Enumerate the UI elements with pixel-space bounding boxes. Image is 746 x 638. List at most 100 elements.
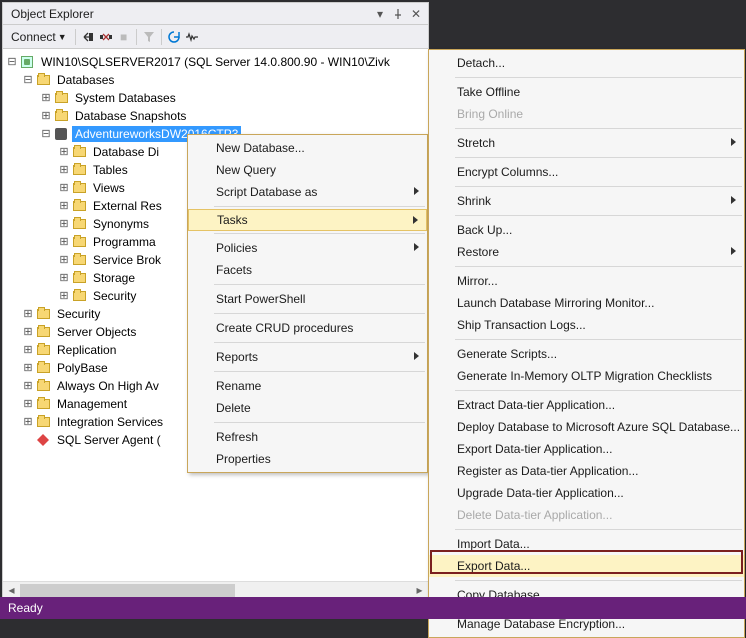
menu-separator xyxy=(214,422,425,423)
dropdown-icon[interactable]: ▾ xyxy=(372,6,388,22)
expander-icon[interactable]: ⊞ xyxy=(57,253,71,267)
expander-icon[interactable]: ⊞ xyxy=(21,379,35,393)
expander-icon[interactable]: ⊞ xyxy=(21,415,35,429)
menu-item[interactable]: New Database... xyxy=(188,137,427,159)
expander-icon[interactable]: ⊞ xyxy=(57,145,71,159)
tree-node-databases[interactable]: Databases xyxy=(54,72,117,88)
disconnect-icon[interactable] xyxy=(98,29,114,45)
tree-node[interactable]: Security xyxy=(90,288,139,304)
menu-item[interactable]: Restore xyxy=(429,241,744,263)
menu-item[interactable]: Register as Data-tier Application... xyxy=(429,460,744,482)
expander-icon[interactable]: ⊞ xyxy=(21,307,35,321)
menu-item[interactable]: Export Data... xyxy=(429,555,744,577)
close-icon[interactable]: ✕ xyxy=(408,6,424,22)
menu-item[interactable]: Refresh xyxy=(188,426,427,448)
menu-item[interactable]: Detach... xyxy=(429,52,744,74)
expander-icon[interactable]: ⊞ xyxy=(57,217,71,231)
folder-icon xyxy=(35,397,51,411)
tree-node[interactable]: Programma xyxy=(90,234,159,250)
expander-icon[interactable]: ⊟ xyxy=(5,55,19,69)
menu-item[interactable]: Delete xyxy=(188,397,427,419)
menu-separator xyxy=(214,371,425,372)
expander-icon[interactable]: ⊞ xyxy=(57,289,71,303)
refresh-icon[interactable] xyxy=(166,29,182,45)
expander-icon[interactable]: ⊞ xyxy=(57,163,71,177)
scroll-left-icon[interactable]: ◂ xyxy=(3,582,20,599)
connect-button[interactable]: Connect ▼ xyxy=(7,28,71,46)
tree-node[interactable]: Security xyxy=(54,306,103,322)
tree-node[interactable]: Tables xyxy=(90,162,131,178)
menu-item[interactable]: Properties xyxy=(188,448,427,470)
tree-node[interactable]: Database Snapshots xyxy=(72,108,189,124)
menu-item[interactable]: Upgrade Data-tier Application... xyxy=(429,482,744,504)
tree-node[interactable]: External Res xyxy=(90,198,165,214)
menu-item[interactable]: Stretch xyxy=(429,132,744,154)
tree-node[interactable]: System Databases xyxy=(72,90,179,106)
tree-node[interactable]: Server Objects xyxy=(54,324,139,340)
menu-item[interactable]: Ship Transaction Logs... xyxy=(429,314,744,336)
menu-item[interactable]: Tasks xyxy=(188,209,427,231)
expander-icon[interactable]: ⊞ xyxy=(57,181,71,195)
tree-node[interactable]: Synonyms xyxy=(90,216,152,232)
menu-item: Bring Online xyxy=(429,103,744,125)
menu-separator xyxy=(455,529,742,530)
menu-item[interactable]: Shrink xyxy=(429,190,744,212)
menu-item[interactable]: Script Database as xyxy=(188,181,427,203)
menu-separator xyxy=(455,215,742,216)
folder-icon xyxy=(35,343,51,357)
toolbar: Connect ▼ ■ xyxy=(3,25,428,49)
menu-item[interactable]: Policies xyxy=(188,237,427,259)
menu-item[interactable]: Launch Database Mirroring Monitor... xyxy=(429,292,744,314)
tree-node[interactable]: Service Brok xyxy=(90,252,164,268)
folder-icon xyxy=(35,325,51,339)
tree-node[interactable]: Always On High Av xyxy=(54,378,162,394)
tree-node[interactable]: Database Di xyxy=(90,144,162,160)
tree-node[interactable]: PolyBase xyxy=(54,360,111,376)
menu-item[interactable]: Create CRUD procedures xyxy=(188,317,427,339)
tree-node-server[interactable]: WIN10\SQLSERVER2017 (SQL Server 14.0.800… xyxy=(38,54,393,70)
menu-item[interactable]: Mirror... xyxy=(429,270,744,292)
tree-node[interactable]: Storage xyxy=(90,270,138,286)
menu-item[interactable]: Rename xyxy=(188,375,427,397)
menu-item[interactable]: Deploy Database to Microsoft Azure SQL D… xyxy=(429,416,744,438)
tree-node[interactable]: SQL Server Agent ( xyxy=(54,432,164,448)
menu-item[interactable]: Facets xyxy=(188,259,427,281)
expander-icon[interactable]: ⊞ xyxy=(21,325,35,339)
scroll-thumb[interactable] xyxy=(20,584,235,597)
folder-icon xyxy=(35,361,51,375)
menu-item[interactable]: New Query xyxy=(188,159,427,181)
connect-icon[interactable] xyxy=(80,29,96,45)
folder-icon xyxy=(35,73,51,87)
menu-item[interactable]: Take Offline xyxy=(429,81,744,103)
menu-item[interactable]: Export Data-tier Application... xyxy=(429,438,744,460)
expander-icon[interactable]: ⊟ xyxy=(21,73,35,87)
expander-icon[interactable]: ⊞ xyxy=(57,271,71,285)
menu-item[interactable]: Extract Data-tier Application... xyxy=(429,394,744,416)
pin-icon[interactable] xyxy=(390,6,406,22)
expander-icon[interactable]: ⊞ xyxy=(21,343,35,357)
expander-icon[interactable]: ⊞ xyxy=(57,199,71,213)
expander-icon[interactable]: ⊞ xyxy=(57,235,71,249)
menu-item[interactable]: Encrypt Columns... xyxy=(429,161,744,183)
tree-node[interactable]: Integration Services xyxy=(54,414,166,430)
expander-icon[interactable]: ⊞ xyxy=(39,109,53,123)
scroll-right-icon[interactable]: ▸ xyxy=(411,582,428,599)
tree-node[interactable]: Replication xyxy=(54,342,119,358)
expander-icon[interactable]: ⊞ xyxy=(39,91,53,105)
activity-icon[interactable] xyxy=(184,29,200,45)
expander-icon[interactable]: ⊞ xyxy=(21,361,35,375)
menu-item[interactable]: Generate Scripts... xyxy=(429,343,744,365)
menu-item[interactable]: Generate In-Memory OLTP Migration Checkl… xyxy=(429,365,744,387)
expander-icon[interactable]: ⊞ xyxy=(21,397,35,411)
menu-item[interactable]: Start PowerShell xyxy=(188,288,427,310)
menu-item[interactable]: Reports xyxy=(188,346,427,368)
status-text: Ready xyxy=(8,601,43,615)
horizontal-scrollbar[interactable]: ◂ ▸ xyxy=(3,581,428,598)
expander-icon[interactable]: ⊟ xyxy=(39,127,53,141)
menu-item[interactable]: Import Data... xyxy=(429,533,744,555)
submenu-caret-icon xyxy=(413,216,418,224)
menu-item[interactable]: Back Up... xyxy=(429,219,744,241)
submenu-caret-icon xyxy=(731,138,736,146)
tree-node[interactable]: Views xyxy=(90,180,128,196)
tree-node[interactable]: Management xyxy=(54,396,130,412)
